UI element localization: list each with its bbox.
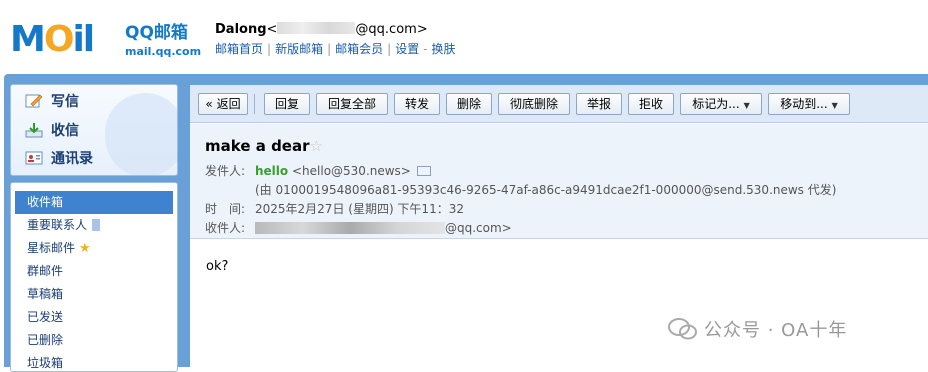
qq-mail-logo[interactable]: MOil QQ邮箱 mail.qq.com	[10, 19, 202, 64]
contact-card-icon[interactable]	[416, 166, 431, 176]
folder-drafts[interactable]: 草稿箱	[11, 283, 177, 306]
mail-header: make a dear☆ 发件人: hello <hello@530.news> …	[190, 124, 928, 239]
back-button[interactable]: « 返回	[198, 93, 248, 115]
bookmark-icon	[92, 219, 101, 231]
from-row: 发件人: hello <hello@530.news>	[205, 162, 431, 179]
via-row: (由 0100019548096a81-95393c46-9265-47af-a…	[255, 183, 837, 197]
compose-link[interactable]: 写信	[25, 91, 79, 113]
contacts-link[interactable]: 通讯录	[25, 148, 93, 170]
caret-down-icon: ▼	[831, 101, 838, 110]
folder-sent[interactable]: 已发送	[11, 306, 177, 329]
star-icon: ★	[79, 241, 91, 256]
watermark: 公众号 · OA十年	[668, 316, 847, 342]
quick-actions: 写信 收信 通讯录	[10, 84, 178, 176]
folder-label: 垃圾箱	[27, 356, 64, 370]
contact-card-icon	[25, 150, 43, 166]
folder-label: 已发送	[27, 310, 64, 324]
sender-address: <hello@530.news>	[291, 164, 411, 178]
redacted-recipient	[255, 222, 445, 234]
folder-important-contacts[interactable]: 重要联系人	[11, 214, 177, 237]
sidebar: 写信 收信 通讯录 收件箱 重要联系人 星标邮件 ★ 群邮件 草稿箱 已发送 已删…	[10, 84, 178, 372]
star-toggle-icon[interactable]: ☆	[310, 137, 323, 155]
folder-group-mail[interactable]: 群邮件	[11, 260, 177, 283]
logo-url-text: mail.qq.com	[125, 45, 202, 58]
folder-label: 收件箱	[27, 195, 64, 209]
to-row: 收件人: @qq.com>	[205, 219, 512, 236]
subject-text: make a dear	[205, 137, 310, 155]
recipient-domain: @qq.com>	[445, 221, 512, 235]
to-label: 收件人:	[205, 221, 246, 235]
folder-spam[interactable]: 垃圾箱	[11, 352, 177, 371]
link-new-version[interactable]: 新版邮箱	[275, 42, 323, 56]
folder-label: 重要联系人	[27, 218, 88, 232]
reply-all-button[interactable]: 回复全部	[316, 93, 388, 115]
folder-label: 草稿箱	[27, 287, 64, 301]
link-skin[interactable]: 换肤	[432, 42, 456, 56]
mail-body: ok?	[206, 259, 229, 274]
user-name: Dalong	[215, 22, 267, 37]
mark-as-label: 标记为...	[692, 97, 740, 111]
reject-button[interactable]: 拒收	[628, 93, 674, 115]
time-label: 时 间:	[205, 202, 246, 216]
delete-permanent-button[interactable]: 彻底删除	[498, 93, 570, 115]
user-email-domain: @qq.com>	[355, 22, 428, 37]
from-label: 发件人:	[205, 164, 246, 178]
mail-subject: make a dear☆	[205, 137, 323, 155]
watermark-text: 公众号 · OA十年	[704, 320, 848, 341]
forward-button[interactable]: 转发	[394, 93, 440, 115]
folder-label: 已删除	[27, 333, 64, 347]
report-button[interactable]: 举报	[576, 93, 622, 115]
contacts-label: 通讯录	[51, 151, 93, 167]
delete-button[interactable]: 删除	[446, 93, 492, 115]
receive-label: 收信	[51, 123, 79, 139]
time-row: 时 间: 2025年2月27日 (星期四) 下午11：32	[205, 200, 464, 217]
move-to-dropdown[interactable]: 移动到... ▼	[768, 93, 850, 115]
inbox-download-icon	[25, 122, 43, 138]
logo-wordmark: MOil	[10, 19, 95, 60]
sender-name[interactable]: hello	[255, 164, 288, 178]
user-email-bracket: <	[266, 22, 278, 37]
mail-toolbar: « 返回 回复 回复全部 转发 删除 彻底删除 举报 拒收 标记为... ▼ 移动…	[190, 85, 928, 123]
reply-button[interactable]: 回复	[264, 93, 310, 115]
toolbar-divider	[254, 94, 255, 114]
pencil-icon	[25, 93, 43, 109]
time-value: 2025年2月27日 (星期四) 下午11：32	[255, 202, 464, 216]
header-links: 邮箱首页 | 新版邮箱 | 邮箱会员 | 设置 - 换肤	[215, 42, 456, 56]
mark-as-dropdown[interactable]: 标记为... ▼	[680, 93, 762, 115]
link-mail-home[interactable]: 邮箱首页	[215, 42, 263, 56]
user-identity: Dalong< @qq.com>	[215, 22, 428, 37]
redacted-email	[277, 22, 356, 34]
receive-link[interactable]: 收信	[25, 120, 79, 142]
move-to-label: 移动到...	[780, 97, 828, 111]
link-vip[interactable]: 邮箱会员	[335, 42, 383, 56]
folder-starred[interactable]: 星标邮件 ★	[11, 237, 177, 260]
caret-down-icon: ▼	[743, 101, 750, 110]
compose-label: 写信	[51, 94, 79, 110]
logo-brand-text: QQ邮箱	[125, 23, 188, 43]
folder-deleted[interactable]: 已删除	[11, 329, 177, 352]
link-settings[interactable]: 设置	[395, 42, 419, 56]
wechat-icon	[668, 318, 698, 340]
folder-label: 群邮件	[27, 264, 64, 278]
folder-label: 星标邮件	[27, 241, 76, 255]
folder-inbox[interactable]: 收件箱	[15, 191, 173, 214]
folder-list: 收件箱 重要联系人 星标邮件 ★ 群邮件 草稿箱 已发送 已删除 垃圾箱	[10, 182, 178, 372]
penguin-watermark-icon	[105, 93, 177, 175]
top-header: MOil QQ邮箱 mail.qq.com Dalong< @qq.com> 邮箱…	[0, 0, 928, 74]
